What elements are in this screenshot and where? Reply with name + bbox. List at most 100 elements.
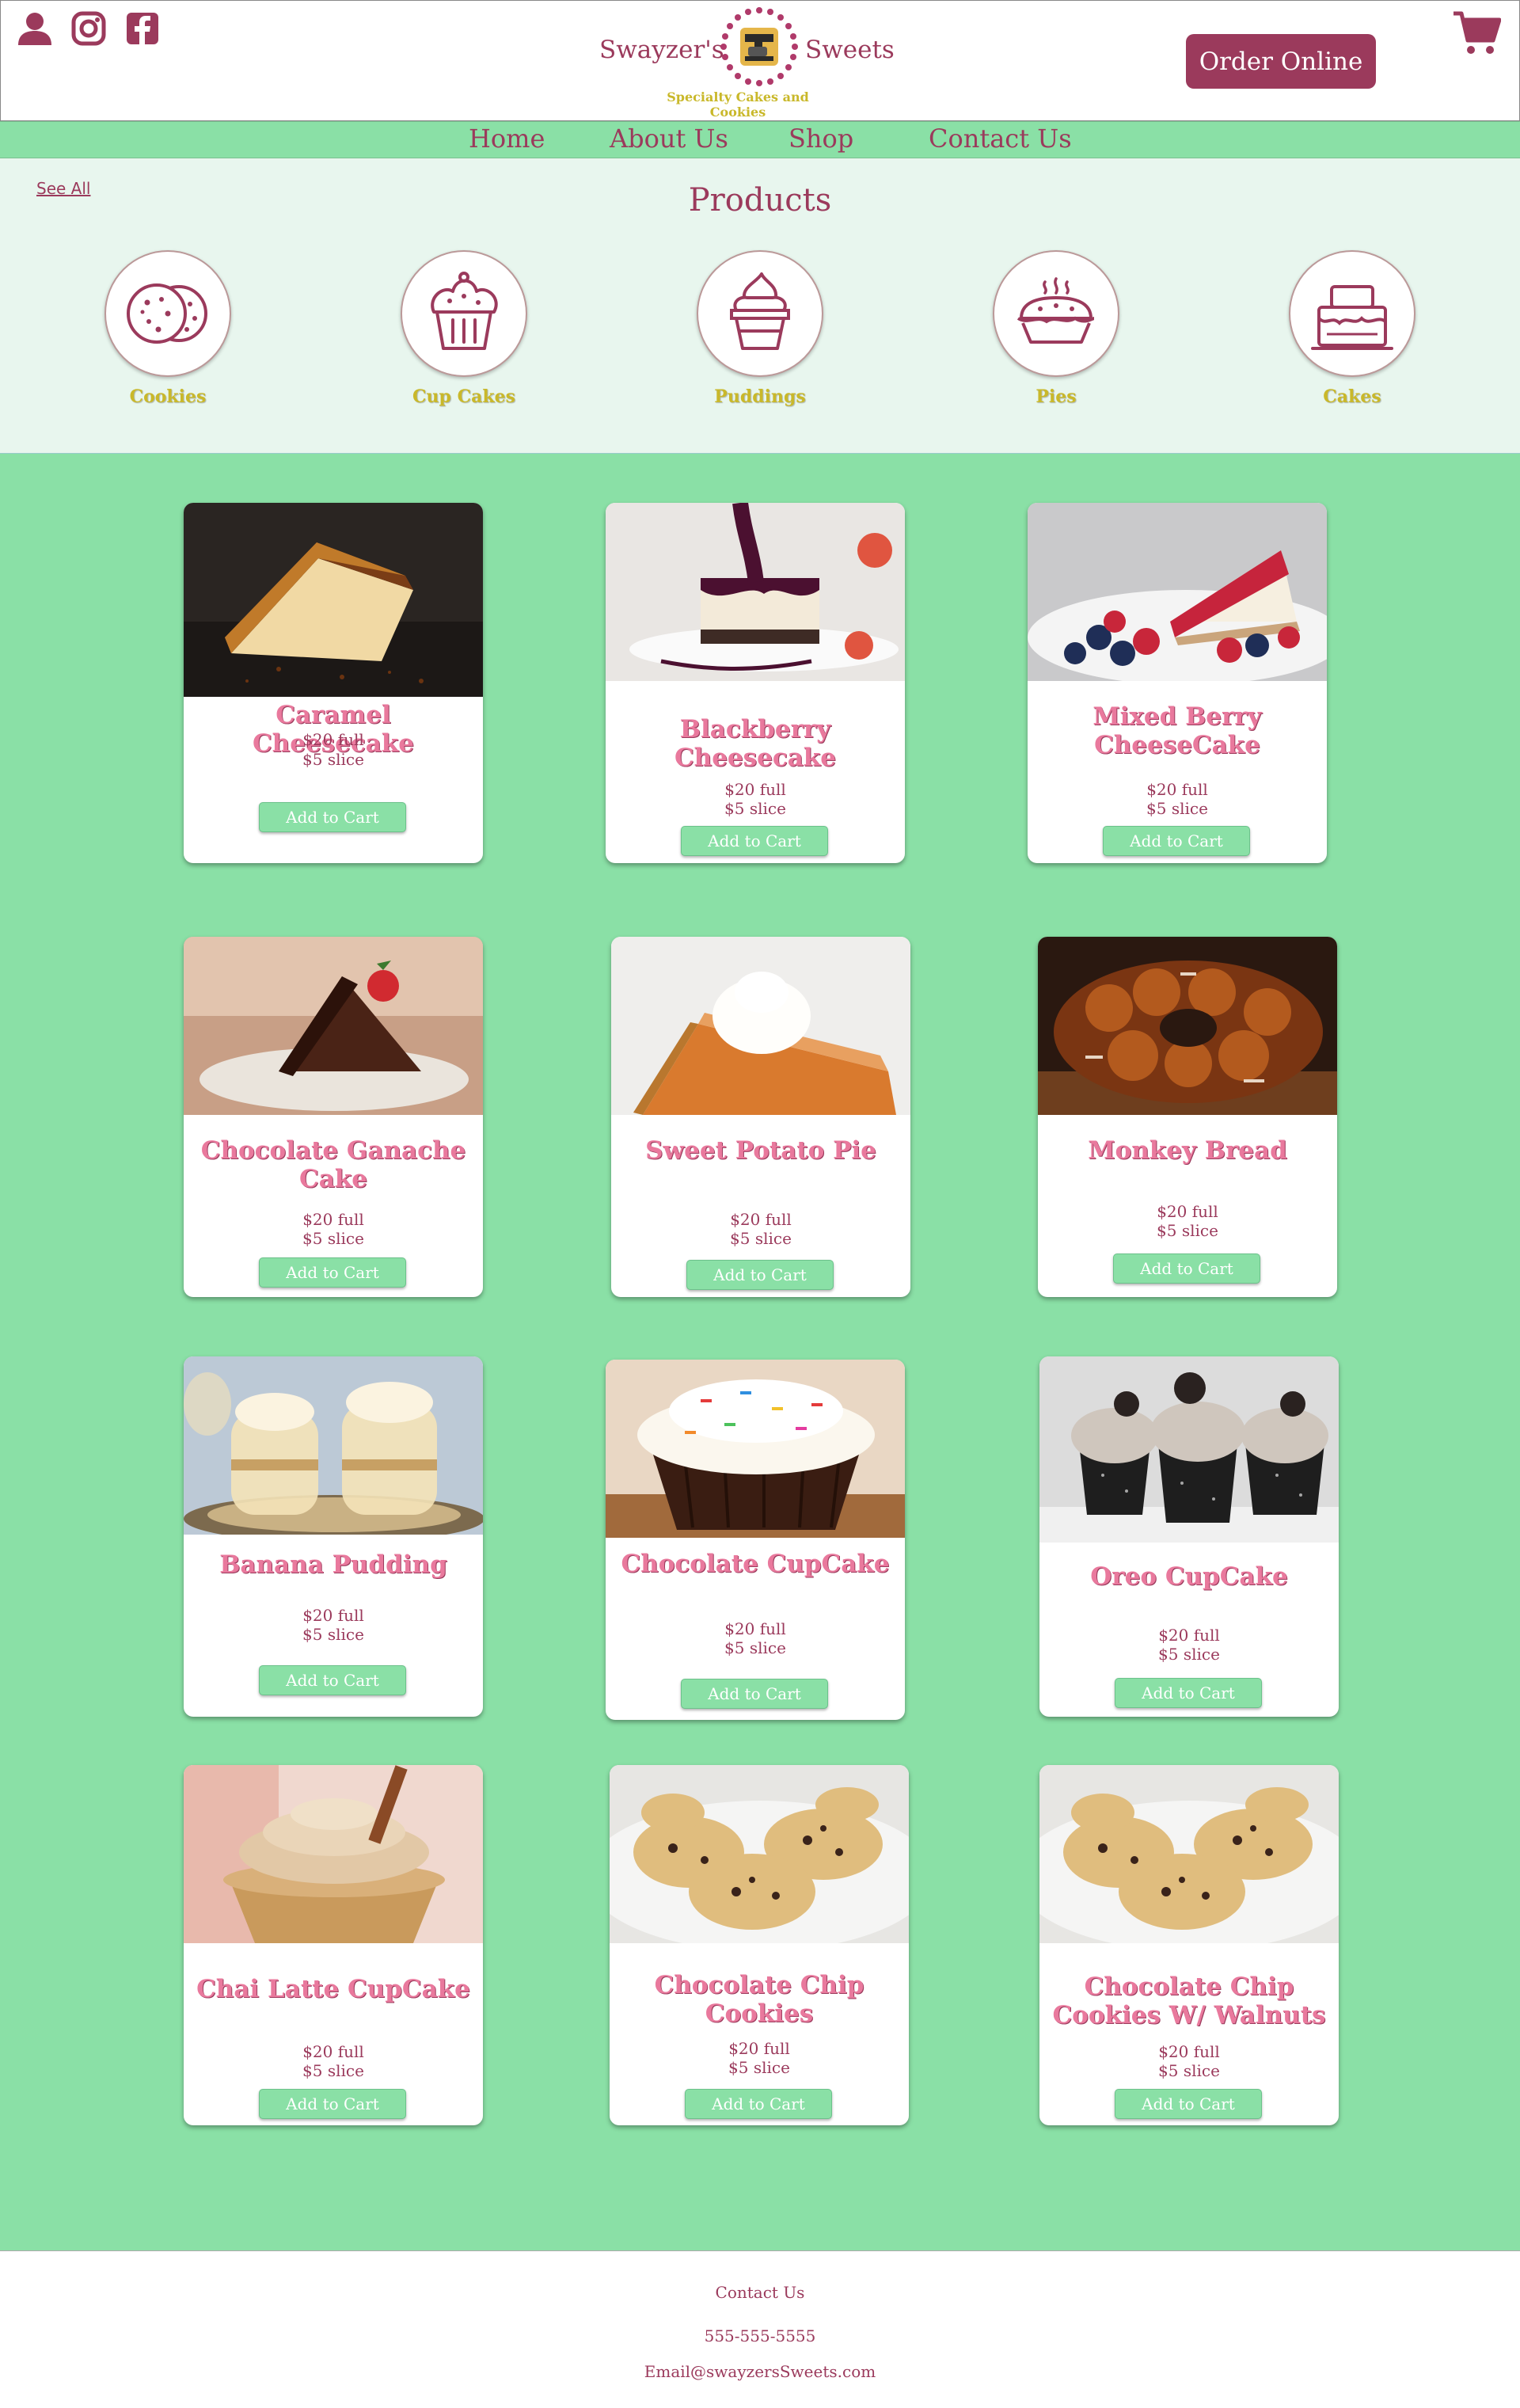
product-card: Blackberry Cheesecake $20 full $5 slice … <box>606 503 905 863</box>
price-slice: $5 slice <box>1146 799 1208 818</box>
price-slice: $5 slice <box>302 1625 364 1644</box>
product-card: Monkey Bread $20 full $5 slice Add to Ca… <box>1038 937 1337 1297</box>
category-cup-cakes[interactable]: Cup Cakes <box>401 250 527 409</box>
products-heading: Products <box>688 182 832 219</box>
product-card: Sweet Potato Pie $20 full $5 slice Add t… <box>611 937 910 1297</box>
category-label: Puddings <box>714 386 806 407</box>
price-full: $20 full <box>302 730 364 749</box>
brand-tagline: Specialty Cakes and Cookies <box>667 89 809 120</box>
facebook-icon[interactable] <box>124 10 161 47</box>
mixer-logo-icon <box>718 6 800 88</box>
add-to-cart-button[interactable]: Add to Cart <box>1115 1678 1262 1708</box>
nav-about-us[interactable]: About Us <box>610 124 728 154</box>
category-cookies[interactable]: Cookies <box>104 250 231 409</box>
category-label: Cakes <box>1323 386 1381 407</box>
category-label: Cookies <box>129 386 207 407</box>
price-full: $20 full <box>724 1619 786 1638</box>
price-full: $20 full <box>730 1210 792 1229</box>
price-slice: $5 slice <box>724 1638 786 1657</box>
product-card: Chocolate CupCake $20 full $5 slice Add … <box>606 1360 905 1720</box>
product-image <box>611 937 910 1115</box>
product-name: Sweet Potato Pie <box>645 1136 876 1165</box>
price-full: $20 full <box>302 1606 364 1625</box>
product-card: Chai Latte CupCake $20 full $5 slice Add… <box>184 1765 483 2125</box>
product-image <box>610 1765 909 1943</box>
nav-shop[interactable]: Shop <box>788 124 853 154</box>
product-name: Monkey Bread <box>1088 1136 1287 1165</box>
product-name: Chocolate Ganache Cake <box>200 1136 466 1193</box>
product-image <box>606 503 905 681</box>
cake-icon <box>1311 285 1393 350</box>
footer-email[interactable]: Email@swayzersSweets.com <box>0 2362 1520 2381</box>
product-card: Oreo CupCake $20 full $5 slice Add to Ca… <box>1039 1356 1339 1717</box>
product-name: Mixed Berry CheeseCake <box>1092 702 1262 759</box>
product-card: Chocolate Chip Cookies W/ Walnuts $20 fu… <box>1039 1765 1339 2125</box>
add-to-cart-button[interactable]: Add to Cart <box>259 802 406 832</box>
product-image <box>1038 937 1337 1115</box>
add-to-cart-button[interactable]: Add to Cart <box>1113 1253 1260 1284</box>
product-image <box>606 1360 905 1538</box>
price-full: $20 full <box>1158 2042 1220 2061</box>
price-full: $20 full <box>728 2039 790 2058</box>
nav-home[interactable]: Home <box>469 124 545 154</box>
price-full: $20 full <box>724 780 786 799</box>
instagram-icon[interactable] <box>70 10 107 47</box>
category-cakes[interactable]: Cakes <box>1289 250 1416 409</box>
add-to-cart-button[interactable]: Add to Cart <box>259 2089 406 2119</box>
add-to-cart-button[interactable]: Add to Cart <box>259 1257 406 1288</box>
brand-logo[interactable]: Swayzer's Sweets Specialty Cakes and Coo… <box>599 6 900 120</box>
price-slice: $5 slice <box>1158 1645 1220 1664</box>
product-grid: Caramel Cheesecake $20 full $5 slice Add… <box>0 454 1520 2251</box>
product-image <box>184 937 483 1115</box>
category-pies[interactable]: Pies <box>993 250 1119 409</box>
price-full: $20 full <box>1158 1626 1220 1645</box>
price-full: $20 full <box>302 1210 364 1229</box>
product-image <box>184 1356 483 1535</box>
price-slice: $5 slice <box>1157 1221 1218 1240</box>
add-to-cart-button[interactable]: Add to Cart <box>1115 2089 1262 2119</box>
add-to-cart-button[interactable]: Add to Cart <box>681 1679 828 1709</box>
pudding-icon <box>730 272 790 350</box>
price-slice: $5 slice <box>728 2058 790 2077</box>
category-puddings[interactable]: Puddings <box>697 250 823 409</box>
category-label: Pies <box>1036 386 1077 407</box>
product-image <box>1039 1765 1339 1943</box>
product-image <box>184 1765 483 1943</box>
footer-phone: 555-555-5555 <box>704 2326 816 2345</box>
price-full: $20 full <box>302 2042 364 2061</box>
product-image <box>1039 1356 1339 1543</box>
cookies-icon <box>127 283 207 344</box>
product-card: Chocolate Chip Cookies $20 full $5 slice… <box>610 1765 909 2125</box>
cupcake-icon <box>431 272 498 350</box>
product-image <box>1028 503 1327 681</box>
product-name: Oreo CupCake <box>1090 1562 1288 1591</box>
add-to-cart-button[interactable]: Add to Cart <box>685 2089 832 2119</box>
add-to-cart-button[interactable]: Add to Cart <box>686 1260 834 1290</box>
product-card: Mixed Berry CheeseCake $20 full $5 slice… <box>1028 503 1327 863</box>
price-slice: $5 slice <box>302 750 364 769</box>
price-full: $20 full <box>1146 780 1208 799</box>
category-label: Cup Cakes <box>412 386 515 407</box>
product-card: Caramel Cheesecake $20 full $5 slice Add… <box>184 503 483 863</box>
price-full: $20 full <box>1157 1202 1218 1221</box>
add-to-cart-button[interactable]: Add to Cart <box>1103 826 1250 856</box>
add-to-cart-button[interactable]: Add to Cart <box>681 826 828 856</box>
footer-contact-link[interactable]: Contact Us <box>0 2283 1520 2302</box>
price-slice: $5 slice <box>724 799 786 818</box>
product-categories: See All Products Cookies Cup Cakes Puddi… <box>0 158 1520 454</box>
cart-icon[interactable] <box>1452 10 1502 56</box>
product-image <box>184 503 483 697</box>
product-card: Chocolate Ganache Cake $20 full $5 slice… <box>184 937 483 1297</box>
price-slice: $5 slice <box>1158 2061 1220 2080</box>
site-footer: Contact Us 555-555-5555 Email@swayzersSw… <box>0 2251 1520 2408</box>
pie-icon <box>1016 277 1095 344</box>
price-slice: $5 slice <box>730 1229 792 1248</box>
site-header: Swayzer's Sweets Specialty Cakes and Coo… <box>0 0 1520 121</box>
add-to-cart-button[interactable]: Add to Cart <box>259 1665 406 1695</box>
user-icon[interactable] <box>17 10 53 47</box>
order-online-button[interactable]: Order Online <box>1186 34 1376 89</box>
brand-name-right: Sweets <box>805 36 895 64</box>
product-name: Chocolate Chip Cookies <box>654 1971 864 2028</box>
brand-name-left: Swayzer's <box>599 36 724 64</box>
nav-contact-us[interactable]: Contact Us <box>929 124 1072 154</box>
